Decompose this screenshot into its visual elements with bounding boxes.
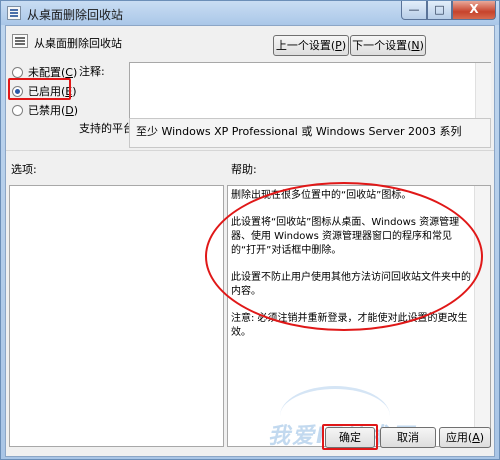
policy-name: 从桌面删除回收站 bbox=[34, 37, 122, 50]
radio-circle[interactable] bbox=[12, 66, 23, 78]
dialog-window: 从桌面删除回收站 — □ X 从桌面删除回收站 上一个设置(P) 下一个设置(N… bbox=[0, 0, 500, 460]
platform-value: 至少 Windows XP Professional 或 Windows Ser… bbox=[129, 118, 491, 148]
window-title: 从桌面删除回收站 bbox=[27, 8, 124, 22]
minimize-button[interactable]: — bbox=[401, 1, 427, 20]
radio-disabled[interactable]: 已禁用(D) bbox=[12, 102, 78, 118]
policy-document-icon bbox=[12, 34, 28, 48]
separator bbox=[6, 150, 494, 151]
maximize-button[interactable]: □ bbox=[427, 1, 452, 20]
help-label: 帮助: bbox=[231, 163, 257, 176]
options-label: 选项: bbox=[11, 163, 37, 176]
help-scrollbar[interactable] bbox=[474, 186, 490, 446]
window-icon bbox=[7, 6, 21, 20]
comment-label: 注释: bbox=[79, 65, 105, 78]
annotation-highlight-ok bbox=[322, 424, 378, 450]
radio-circle[interactable] bbox=[12, 104, 23, 116]
annotation-ellipse bbox=[205, 182, 483, 331]
comment-textarea[interactable] bbox=[129, 62, 491, 122]
close-button[interactable]: X bbox=[452, 1, 496, 20]
comment-scrollbar[interactable] bbox=[475, 63, 491, 121]
options-panel bbox=[9, 185, 224, 447]
annotation-highlight-enabled bbox=[8, 78, 71, 100]
previous-setting-button[interactable]: 上一个设置(P) bbox=[273, 35, 349, 56]
dialog-content: 从桌面删除回收站 上一个设置(P) 下一个设置(N) 未配置(C) 已启用(E)… bbox=[5, 25, 495, 457]
cancel-button[interactable]: 取消 bbox=[380, 427, 436, 448]
apply-button[interactable]: 应用(A) bbox=[439, 427, 491, 448]
next-setting-button[interactable]: 下一个设置(N) bbox=[350, 35, 426, 56]
